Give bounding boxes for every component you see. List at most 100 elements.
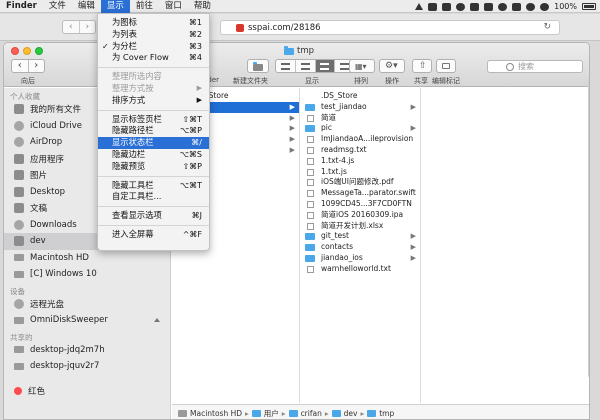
wifi-icon[interactable] [526,2,536,11]
file-list-item[interactable]: pic ▶ [301,123,420,134]
view-menu-item[interactable]: 查看显示选项 ⌘J [98,210,209,222]
view-menu-item: 整理方式按 ▶ [98,83,209,95]
file-icon [307,146,314,154]
view-menu-item[interactable]: 排序方式 ▶ [98,95,209,107]
bluetooth-icon[interactable] [512,2,522,11]
file-list-item[interactable]: 简道iOS 20160309.ipa [301,210,420,221]
view-menu-item[interactable]: 为图标 ⌘1 [98,17,209,29]
url-field[interactable]: sspai.com/28186 ↻ [220,20,560,35]
file-icon [307,157,314,165]
photo-icon[interactable] [428,2,438,11]
search-input[interactable]: 搜索 [487,60,583,73]
menu-help[interactable]: 帮助 [188,0,217,13]
file-list-item[interactable]: test_jiandao ▶ [301,102,420,113]
arrange-button[interactable]: ▦▾ [349,59,375,73]
list-view-button[interactable] [296,60,316,72]
sidebar-item-label: 远程光盘 [30,299,65,310]
menu-separator [98,175,209,177]
view-menu-item[interactable]: 进入全屏幕 ^⌘F [98,229,209,241]
file-list-item[interactable]: iOS端UI问题修改.pdf [301,177,420,188]
path-item-tmp[interactable]: tmp [379,409,394,418]
path-item-crifan[interactable]: crifan [301,409,322,418]
view-menu-item[interactable]: 为列表 ⌘2 [98,29,209,41]
sidebar-item-label: [C] Windows 10 [30,269,97,280]
menu-item-label: 为分栏 [112,40,137,51]
battery-icon[interactable] [582,3,596,10]
new-folder-button[interactable] [247,59,269,73]
menu-go[interactable]: 前往 [130,0,159,13]
share-button[interactable]: ⇧ [412,59,432,73]
sidebar-item-macintosh-hd[interactable]: Macintosh HD [4,250,170,267]
menu-view[interactable]: 显示 [100,0,130,13]
close-window-button[interactable] [11,47,19,55]
browser-forward-icon[interactable]: › [80,21,96,33]
view-menu-item[interactable]: 隐藏路径栏 ⌥⌘P [98,125,209,137]
file-list-item[interactable]: MessageTa...parator.swift [301,188,420,199]
camera-icon[interactable] [470,2,480,11]
file-list-item[interactable]: 1099CD45...3F7CD0FTN [301,199,420,210]
view-menu-item[interactable]: 隐藏预览 ⇧⌘P [98,161,209,173]
scrollbar[interactable] [588,78,589,378]
sidebar-item-desktop-jdq2m7h[interactable]: desktop-jdq2m7h [4,342,170,359]
downloads-icon [14,219,24,230]
sync-icon[interactable] [456,2,466,11]
file-list-item[interactable]: ImJiandaoA...ileprovision [301,134,420,145]
action-button[interactable]: ⚙▾ [379,59,405,73]
sidebar-item-omnidisksweeper[interactable]: OmniDiskSweeper [4,312,170,329]
forward-icon[interactable]: › [29,60,45,72]
reload-icon[interactable]: ↻ [543,22,551,32]
file-list-item[interactable]: warnhelloworld.txt [301,264,420,275]
desktop-icon [14,186,24,197]
mail-icon[interactable] [442,2,452,11]
file-list-item[interactable]: 简道开发计划.xlsx [301,221,420,232]
view-menu-item[interactable]: 隐藏边栏 ⌥⌘S [98,149,209,161]
column-view-button[interactable] [315,60,336,72]
file-name: test_jiandao [321,101,367,111]
icon-view-button[interactable] [276,60,296,72]
path-item-users[interactable]: 用户 [264,408,279,419]
view-menu-item[interactable]: 为 Cover Flow ⌘4 [98,52,209,64]
eject-icon[interactable] [154,318,160,323]
view-menu-item[interactable]: 自定工具栏... [98,191,209,203]
sidebar-item-label: 图片 [30,171,48,182]
file-list-item[interactable]: contacts ▶ [301,242,420,253]
back-icon[interactable]: ‹ [12,60,29,72]
file-list-item[interactable]: 1.txt-4.js [301,156,420,167]
view-menu-item[interactable]: 显示状态栏 ⌘/ [98,137,209,149]
menu-window[interactable]: 窗口 [159,0,188,13]
sidebar-item-label: 文稿 [30,204,48,215]
sidebar-item-remote-disc[interactable]: 远程光盘 [4,296,170,313]
menu-item-shortcut: ⌘J [191,211,202,221]
menu-item-shortcut: ⌘4 [188,53,202,63]
file-list-item[interactable]: 1.txt.js [301,167,420,178]
location-icon[interactable] [415,3,424,10]
sidebar-item-windows-10[interactable]: [C] Windows 10 [4,266,170,283]
clock-icon[interactable] [498,2,508,11]
folder-icon [305,103,315,111]
path-item-macintosh-hd[interactable]: Macintosh HD [190,409,242,418]
file-list-item[interactable]: jiandao_ios ▶ [301,253,420,264]
tags-button[interactable] [436,59,456,73]
file-list-item[interactable]: .DS_Store [301,91,420,102]
file-name: ImJiandaoA...ileprovision [321,134,414,144]
menu-edit[interactable]: 编辑 [72,0,101,13]
volume-icon[interactable] [540,2,550,11]
file-list-item[interactable]: readmsg.txt [301,145,420,156]
chevron-right-icon: ▶ [289,124,295,133]
browser-back-icon[interactable]: ‹ [63,21,80,33]
file-list-item[interactable]: git_test ▶ [301,231,420,242]
sidebar-item-red-tag[interactable]: 红色 [4,383,170,400]
file-icon [307,200,314,208]
path-item-dev[interactable]: dev [344,409,358,418]
sidebar-item-label: 应用程序 [30,154,65,165]
sidebar-item-desktop-jquv2r7[interactable]: desktop-jquv2r7 [4,358,170,375]
view-menu-item[interactable]: ✓ 为分栏 ⌘3 [98,41,209,53]
zoom-window-button[interactable] [35,47,43,55]
view-menu-item[interactable]: 显示标签页栏 ⇧⌘T [98,114,209,126]
menu-file[interactable]: 文件 [43,0,72,13]
minimize-window-button[interactable] [23,47,31,55]
view-menu-item[interactable]: 隐藏工具栏 ⌥⌘T [98,180,209,192]
keyboard-icon[interactable] [484,2,494,11]
file-list-item[interactable]: 简道 [301,113,420,124]
menu-app-finder[interactable]: Finder [0,0,43,13]
